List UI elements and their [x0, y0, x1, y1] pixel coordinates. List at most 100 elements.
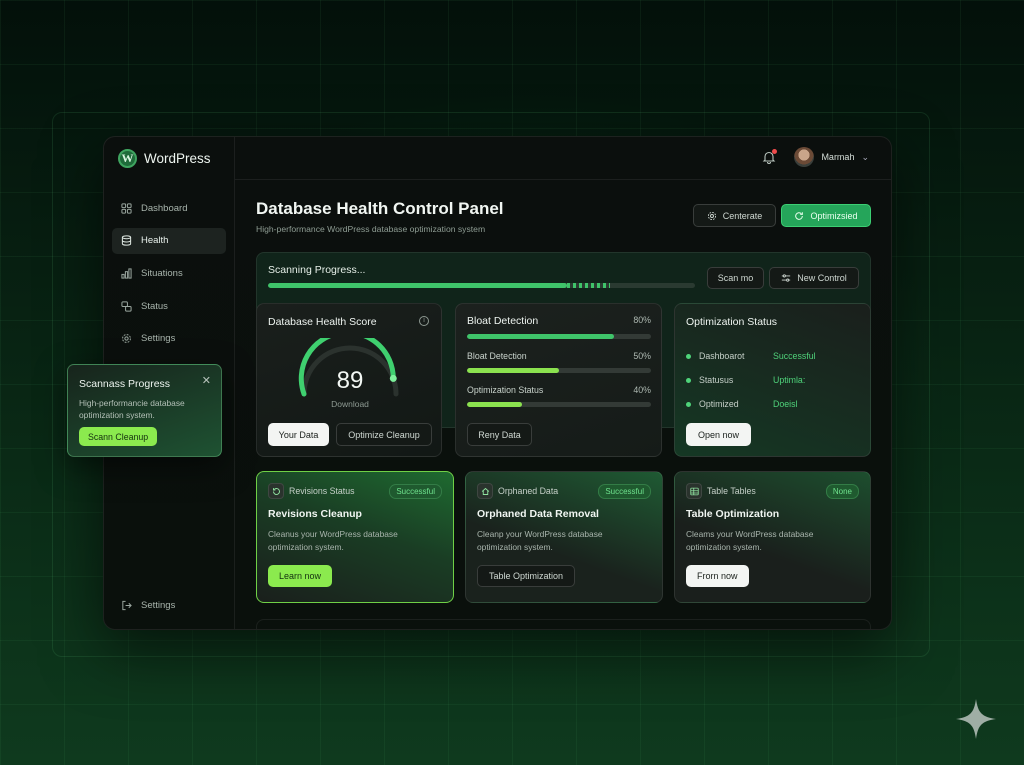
bar-chart-icon: [121, 268, 132, 279]
bloat-bar-fill: [467, 402, 523, 407]
bloat-detection-card: Bloat Detection 80% Bloat Detection 50% …: [455, 303, 662, 457]
optimization-row-label: Optimized: [699, 399, 739, 409]
your-data-button[interactable]: Your Data: [268, 423, 329, 446]
new-control-button[interactable]: New Control: [769, 267, 859, 289]
bloat-row-1: Bloat Detection 80%: [467, 315, 651, 339]
sidebar-item-settings[interactable]: Settings: [112, 326, 226, 352]
sidebar-item-situations[interactable]: Situations: [112, 260, 226, 286]
learn-now-button[interactable]: Learn now: [268, 565, 333, 587]
status-badge: Successful: [389, 484, 442, 499]
status-icon: [121, 300, 132, 312]
reny-data-button[interactable]: Reny Data: [467, 423, 532, 446]
table-optimization-button[interactable]: Table Optimization: [477, 565, 576, 587]
database-icon: [121, 235, 132, 246]
bloat-row-value: 40%: [633, 385, 651, 395]
sidebar-item-label: Status: [141, 300, 168, 312]
bloat-row-label: Bloat Detection: [467, 351, 527, 361]
sparkle-icon: [956, 699, 996, 739]
bottom-panel-edge: [256, 619, 871, 629]
bloat-bar-track: [467, 334, 651, 339]
bloat-row-3: Optimization Status 40%: [467, 385, 651, 409]
optimization-row-value: Doeisl: [773, 399, 798, 409]
card-tag: Revisions Status: [289, 486, 355, 496]
sidebar-item-label: Dashboard: [141, 202, 188, 214]
optimize-button[interactable]: Optimizsied: [781, 204, 871, 227]
optimization-row: Dashboarot: [686, 351, 744, 361]
sidebar-item-status[interactable]: Status: [112, 293, 226, 319]
logo[interactable]: W WordPress: [118, 149, 211, 168]
scanning-progress-bar: [268, 283, 695, 288]
scanning-progress-stripes: [566, 283, 610, 288]
optimization-row: Statusus: [686, 375, 733, 385]
health-score-title: Database Health Score: [268, 316, 377, 328]
optimization-status-card: Optimization Status Dashboarot Successfu…: [674, 303, 871, 457]
sidebar-item-health[interactable]: Health: [112, 227, 226, 254]
frorn-now-button[interactable]: Frorn now: [686, 565, 749, 587]
bloat-row-label: Bloat Detection: [467, 315, 539, 327]
close-icon[interactable]: ✕: [202, 374, 211, 387]
status-badge: None: [825, 484, 859, 499]
chevron-down-icon: ⌄: [861, 151, 869, 162]
bloat-bar-track: [467, 368, 651, 373]
notification-button[interactable]: [762, 149, 777, 164]
popover-title: Scannass Progress: [79, 378, 171, 390]
bloat-row-label: Optimization Status: [467, 385, 544, 395]
sidebar-item-label: Health: [141, 235, 169, 247]
scanning-progress-fill: [268, 283, 567, 288]
centerate-button[interactable]: Centerate: [693, 204, 776, 227]
notification-dot: [772, 149, 777, 154]
health-score-sub: Download: [331, 399, 369, 409]
popover-description: High-performancie database optimization …: [79, 398, 185, 421]
bloat-row-2: Bloat Detection 50%: [467, 351, 651, 375]
optimization-status-title: Optimization Status: [686, 316, 778, 328]
bloat-bar-fill: [467, 368, 559, 373]
card-title: Revisions Cleanup: [268, 508, 362, 520]
sliders-icon: [782, 274, 791, 282]
sidebar-item-label: Settings: [141, 333, 176, 345]
scan-progress-popover: Scannass Progress ✕ High-performancie da…: [67, 364, 222, 457]
optimize-label: Optimizsied: [810, 210, 858, 221]
sidebar-bottom-settings[interactable]: Settings: [121, 600, 175, 611]
card-title: Orphaned Data Removal: [477, 508, 599, 520]
sidebar-item-dashboard[interactable]: Dashboard: [112, 195, 226, 221]
table-icon: [686, 483, 702, 499]
bloat-row-value: 50%: [633, 351, 651, 361]
card-title: Table Optimization: [686, 508, 780, 520]
sidebar-nav: Dashboard Health Situations Status Setti…: [112, 195, 226, 358]
refresh-icon: [795, 211, 804, 220]
card-description: Cleanp your WordPress database optimizat…: [477, 529, 603, 552]
optimization-row-label: Dashboarot: [699, 351, 745, 361]
home-icon: [477, 483, 493, 499]
refresh-icon: [268, 483, 284, 499]
optimization-row-value: Uptimla:: [773, 375, 806, 385]
table-optimization-card: Table Tables None Table Optimization Cle…: [674, 471, 871, 603]
scanning-title: Scanning Progress...: [268, 264, 366, 276]
scan-cleanup-button[interactable]: Scann Cleanup: [79, 427, 158, 446]
optimize-cleanup-button[interactable]: Optimize Cleanup: [336, 423, 432, 446]
sidebar-item-label: Situations: [141, 267, 183, 279]
status-dot: [686, 401, 691, 407]
avatar: [794, 147, 815, 167]
user-name: Marmah: [821, 152, 855, 162]
status-badge: Successful: [598, 484, 651, 499]
health-score-card: Database Health Score i 89 Download Your…: [256, 303, 442, 457]
scan-button[interactable]: Scan mo: [707, 267, 764, 289]
info-icon[interactable]: i: [419, 316, 429, 326]
bloat-bar-track: [467, 402, 651, 407]
gear-icon: [707, 211, 716, 220]
health-score-value: 89: [336, 367, 364, 394]
card-description: Cleams your WordPress database optimizat…: [686, 529, 814, 552]
status-dot: [686, 377, 691, 383]
app-name: WordPress: [144, 151, 211, 166]
grid-icon: [121, 202, 132, 214]
open-now-button[interactable]: Open now: [686, 423, 751, 446]
sidebar-bottom-label: Settings: [141, 600, 176, 611]
logout-icon: [122, 600, 132, 611]
user-menu[interactable]: Marmah ⌄: [794, 147, 869, 167]
optimization-row: Optimized: [686, 399, 739, 409]
optimization-row-label: Statusus: [699, 375, 734, 385]
orphaned-data-card: Orphaned Data Successful Orphaned Data R…: [465, 471, 663, 603]
gear-icon: [122, 334, 131, 344]
bloat-bar-fill: [467, 334, 615, 339]
page-title: Database Health Control Panel: [256, 199, 504, 218]
